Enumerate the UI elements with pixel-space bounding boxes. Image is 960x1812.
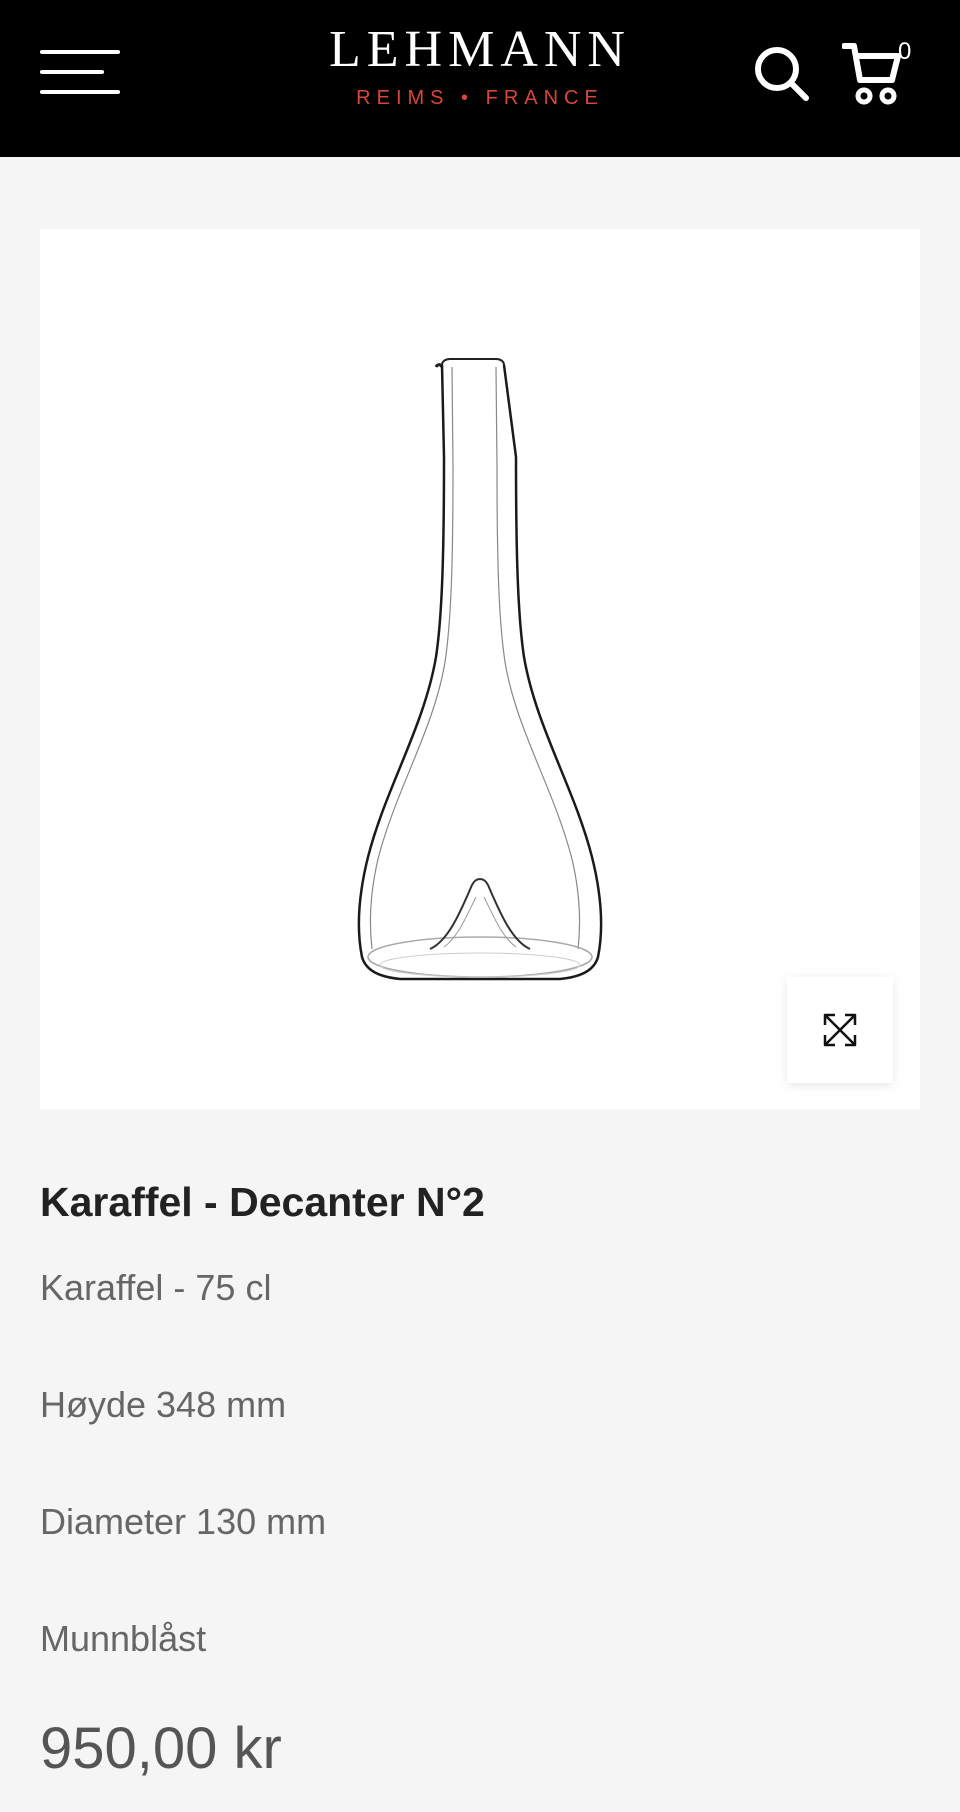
brand-tagline: REIMS • FRANCE [356,87,604,109]
product-gallery [40,229,920,1109]
product-details: Karaffel - 75 cl Høyde 348 mm Diameter 1… [40,1258,920,1726]
zoom-button[interactable] [787,977,893,1083]
detail-production: Munnblåst [40,1618,207,1659]
site-header: LEHMANN REIMS • FRANCE 0 [0,0,960,157]
cart-count-badge: 0 [898,38,912,65]
menu-button[interactable] [40,48,120,98]
detail-volume: Karaffel - 75 cl [40,1267,272,1308]
brand-logo[interactable]: LEHMANN REIMS • FRANCE [280,22,680,110]
search-button[interactable] [752,44,812,104]
brand-name: LEHMANN [329,21,631,78]
product-price: 950,00 kr [40,1716,282,1781]
decanter-product-image[interactable] [320,357,640,1017]
detail-height: Høyde 348 mm [40,1384,287,1425]
detail-diameter: Diameter 130 mm [40,1501,327,1542]
expand-arrows-icon [823,1013,857,1047]
search-icon [755,47,809,101]
product-title: Karaffel - Decanter N°2 [40,1179,485,1225]
hamburger-menu-icon [40,50,120,54]
